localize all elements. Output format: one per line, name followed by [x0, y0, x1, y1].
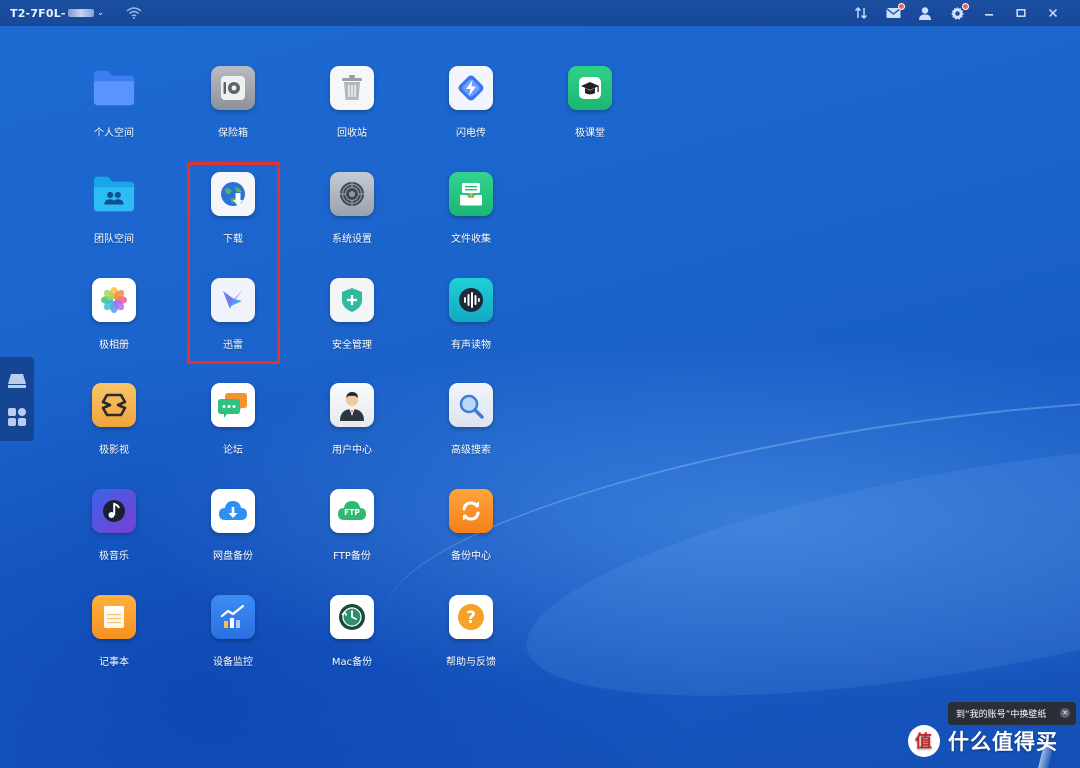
app-label: 极音乐 [99, 551, 129, 562]
app-label: 网盘备份 [213, 551, 253, 562]
app-team-space[interactable]: 团队空间 [64, 172, 164, 272]
graduation-cap-icon [568, 66, 612, 110]
app-personal-space[interactable]: 个人空间 [64, 66, 164, 166]
transfer-icon[interactable] [852, 4, 870, 22]
sync-icon [449, 489, 493, 533]
lightning-icon [449, 66, 493, 110]
user-avatar-icon [330, 383, 374, 427]
tooltip-text: 到“我的账号”中换壁纸 [956, 710, 1047, 720]
app-label: FTP备份 [333, 551, 371, 562]
settings-icon[interactable] [948, 3, 969, 22]
side-dock [0, 357, 34, 441]
close-icon[interactable] [1044, 4, 1062, 22]
app-label: 系统设置 [332, 234, 372, 245]
app-label: 团队空间 [94, 234, 134, 245]
app-label: 记事本 [99, 657, 129, 668]
app-cloud-backup[interactable]: 网盘备份 [183, 489, 283, 589]
notification-dot [962, 3, 969, 10]
app-safe-box[interactable]: 保险箱 [183, 66, 283, 166]
app-label: 有声读物 [451, 340, 491, 351]
close-icon[interactable]: ✕ [1060, 708, 1070, 718]
app-label: 回收站 [337, 128, 367, 139]
minimize-icon[interactable] [980, 4, 998, 22]
app-label: 保险箱 [218, 128, 248, 139]
app-label: 极课堂 [575, 128, 605, 139]
top-bar: T2-7F0L- ⌄ [0, 0, 1080, 26]
app-flash-transfer[interactable]: 闪电传 [421, 66, 521, 166]
ftp-cloud-icon: FTP [330, 489, 374, 533]
safe-icon [211, 66, 255, 110]
app-label: 用户中心 [332, 445, 372, 456]
cloud-download-icon [211, 489, 255, 533]
app-forum[interactable]: 论坛 [183, 383, 283, 483]
app-label: 安全管理 [332, 340, 372, 351]
watermark-logo-char: 值 [915, 731, 933, 752]
app-ji-course[interactable]: 极课堂 [540, 66, 640, 166]
folder-icon [92, 66, 136, 110]
app-label: 备份中心 [451, 551, 491, 562]
storage-icon[interactable] [7, 373, 27, 393]
app-label: 高级搜索 [451, 445, 491, 456]
settings-dial-icon [330, 172, 374, 216]
wallpaper-tooltip[interactable]: 到“我的账号”中换壁纸 ✕ [948, 702, 1076, 725]
notification-dot [898, 3, 905, 10]
watermark: 值 什么值得买 [908, 724, 1058, 758]
watermark-logo: 值 [908, 725, 940, 757]
app-system-settings[interactable]: 系统设置 [302, 172, 402, 272]
app-label: 极相册 [99, 340, 129, 351]
trash-icon [330, 66, 374, 110]
app-label: Mac备份 [331, 657, 373, 668]
question-mark-text: ? [466, 608, 476, 628]
app-device-monitor[interactable]: 设备监控 [183, 595, 283, 695]
app-advanced-search[interactable]: 高级搜索 [421, 383, 521, 483]
app-ji-video[interactable]: 极影视 [64, 383, 164, 483]
wifi-icon [126, 7, 142, 19]
video-icon [92, 383, 136, 427]
device-name-mask [67, 9, 94, 17]
app-label: 极影视 [99, 445, 129, 456]
message-icon[interactable] [884, 3, 905, 22]
ftp-text: FTP [344, 508, 360, 517]
app-ji-music[interactable]: 极音乐 [64, 489, 164, 589]
app-label: 文件收集 [451, 234, 491, 245]
app-help-feedback[interactable]: ? 帮助与反馈 [421, 595, 521, 695]
notepad-icon [92, 595, 136, 639]
app-recycle-bin[interactable]: 回收站 [302, 66, 402, 166]
app-label: 论坛 [223, 445, 243, 456]
app-user-center[interactable]: 用户中心 [302, 383, 402, 483]
app-mac-backup[interactable]: Mac备份 [302, 595, 402, 695]
app-photo-album[interactable]: 极相册 [64, 278, 164, 378]
app-ftp-backup[interactable]: FTP FTP备份 [302, 489, 402, 589]
app-label: 设备监控 [213, 657, 253, 668]
chart-monitor-icon [211, 595, 255, 639]
shield-plus-icon [330, 278, 374, 322]
app-label: 闪电传 [456, 128, 486, 139]
team-folder-icon [92, 172, 136, 216]
highlight-annotation-box [187, 162, 280, 364]
app-label: 帮助与反馈 [446, 657, 496, 668]
soundwave-icon [449, 278, 493, 322]
app-backup-center[interactable]: 备份中心 [421, 489, 521, 589]
file-collect-icon [449, 172, 493, 216]
chevron-down-icon[interactable]: ⌄ [97, 8, 105, 18]
time-machine-icon [330, 595, 374, 639]
app-label: 个人空间 [94, 128, 134, 139]
app-security-management[interactable]: 安全管理 [302, 278, 402, 378]
app-file-collect[interactable]: 文件收集 [421, 172, 521, 272]
chat-bubble-icon [211, 383, 255, 427]
question-icon: ? [449, 595, 493, 639]
apps-grid-icon[interactable] [7, 407, 27, 427]
maximize-icon[interactable] [1012, 4, 1030, 22]
music-note-icon [92, 489, 136, 533]
device-name[interactable]: T2-7F0L- [10, 7, 66, 20]
magnifier-icon [449, 383, 493, 427]
app-audiobook[interactable]: 有声读物 [421, 278, 521, 378]
app-notepad[interactable]: 记事本 [64, 595, 164, 695]
photos-flower-icon [92, 278, 136, 322]
user-icon[interactable] [916, 4, 934, 22]
